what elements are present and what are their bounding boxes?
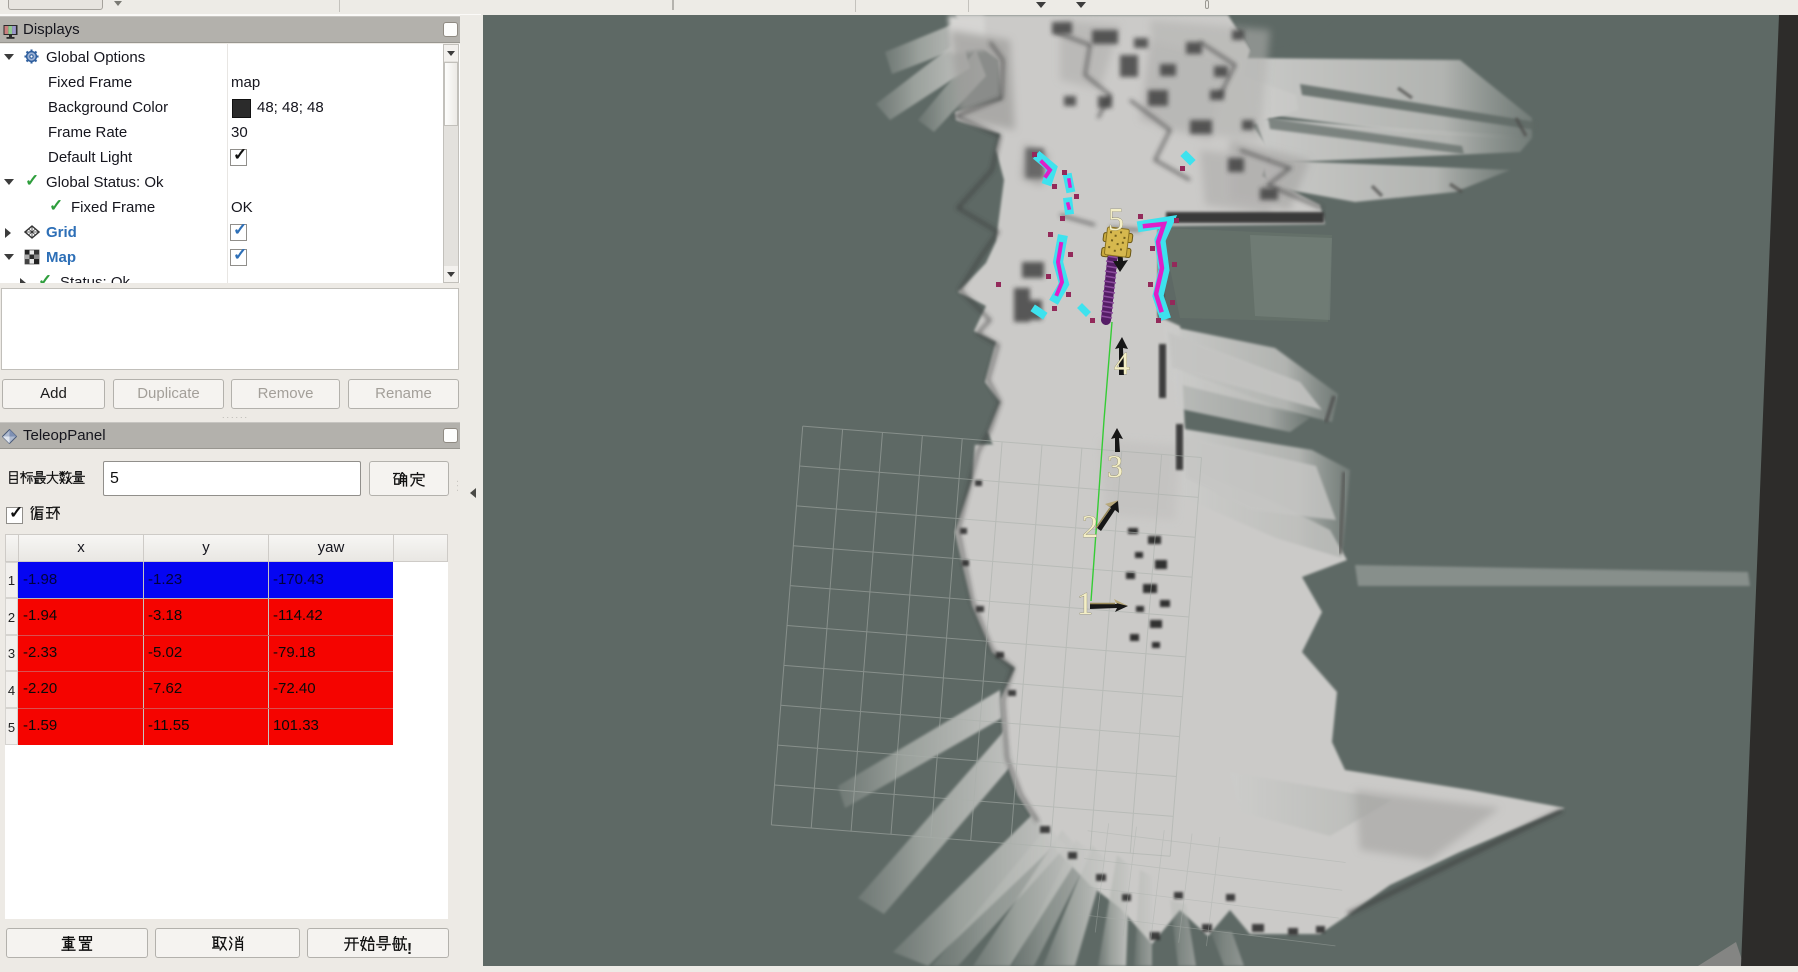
- svg-text:2: 2: [1082, 508, 1098, 544]
- svg-text:5: 5: [1108, 201, 1124, 237]
- svg-text:1: 1: [1077, 585, 1093, 621]
- svg-text:3: 3: [1107, 448, 1123, 484]
- svg-text:4: 4: [1114, 345, 1130, 381]
